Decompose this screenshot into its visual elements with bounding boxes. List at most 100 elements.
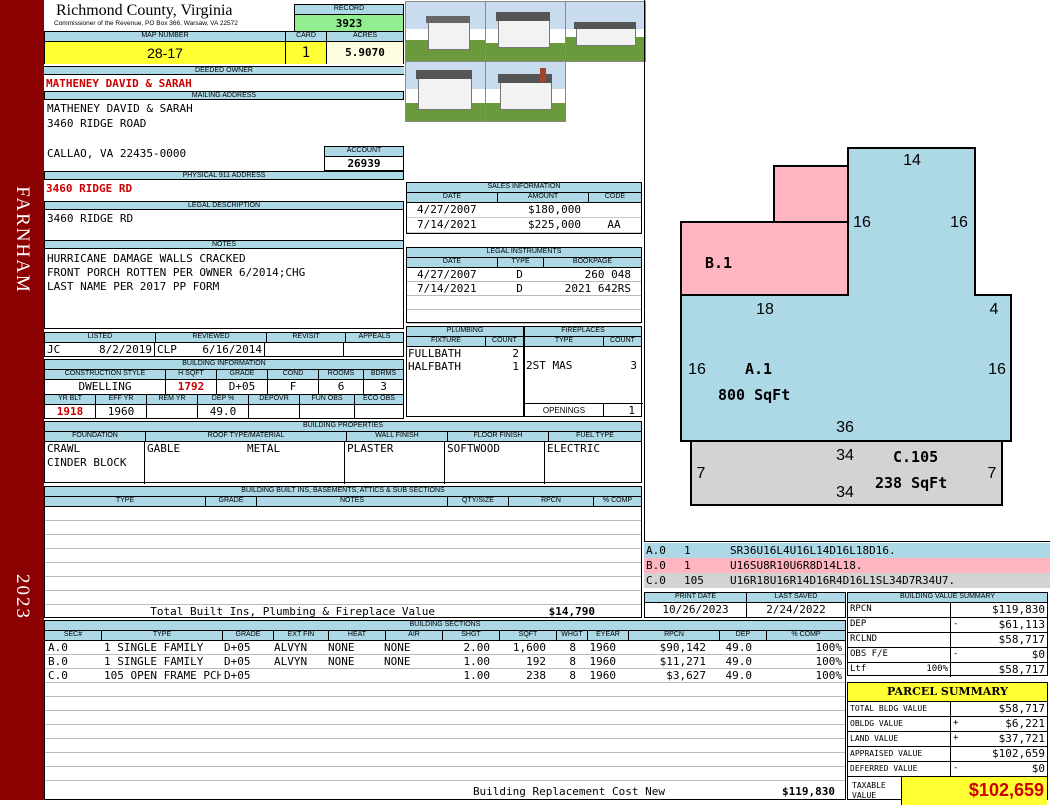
property-photo-1	[405, 1, 486, 62]
legend-row: A.0 1 SR36U16L4U16L14D16L18D16.	[644, 543, 1050, 558]
reviewed-date: 6/16/2014	[202, 343, 262, 356]
bs-header: WHGT	[557, 631, 588, 641]
deferred-value: $0	[1031, 762, 1045, 775]
bs-cell-whgt: 8	[569, 655, 576, 668]
plumbing-fixture: HALFBATH	[408, 360, 461, 373]
bs-cell-type: 1 SINGLE FAMILY	[104, 641, 204, 654]
bs-cell-grade: D+05	[224, 669, 251, 682]
mailing-line-3: CALLAO, VA 22435-0000	[47, 147, 187, 160]
h-sqft: 1792	[166, 380, 217, 394]
fuel-type: ELECTRIC	[547, 442, 600, 455]
building-properties: BUILDING PROPERTIES FOUNDATION ROOF TYPE…	[44, 421, 642, 484]
bs-cell-heat	[325, 669, 381, 683]
dep-value: $61,113	[998, 618, 1045, 631]
condition: F	[268, 380, 319, 394]
built-ins-total-label: Total Built Ins, Plumbing & Fireplace Va…	[150, 605, 435, 618]
taxable-label-1: TAXABLE	[852, 781, 886, 790]
dim-top: 14	[903, 152, 921, 169]
bs-cell-comp: 100%	[815, 655, 843, 668]
bs-header: SQFT	[500, 631, 557, 641]
dim-4: 4	[990, 301, 999, 318]
bs-header: TYPE	[102, 631, 223, 641]
account-number: 26939	[347, 157, 381, 170]
bs-cell-dep: 49.0	[725, 669, 753, 682]
dep-label: DEP	[848, 618, 951, 632]
building-section-row: C.0 105 OPEN FRAME PCH D+05 1.00 238 8 1960 $3,…	[45, 669, 845, 683]
bs-cell-type: 1 SINGLE FAMILY	[104, 655, 204, 668]
obldg-label: OBLDG VALUE	[848, 717, 951, 731]
construction-style: DWELLING	[45, 380, 166, 394]
building-sketch: 14 16 16 18 4 16 16 36 34 34 7 7 B.1 A.1…	[680, 147, 1012, 506]
deeded-owner: MATHENEY DAVID & SARAH	[46, 77, 192, 90]
plumbing-row: HALFBATH 1	[407, 360, 523, 373]
bs-cell-whgt: 8	[569, 641, 576, 654]
legend-num: 1	[684, 559, 691, 572]
sales-information: SALES INFORMATION DATE AMOUNT CODE 4/27/…	[406, 182, 642, 234]
legend-sec: C.0	[646, 574, 666, 587]
reviewed-label: REVIEWED	[156, 333, 267, 343]
dim-18: 18	[756, 301, 774, 318]
appraised-label: APPRAISED VALUE	[848, 747, 951, 761]
sketch-section-b	[680, 165, 849, 296]
grade: D+05	[217, 380, 268, 394]
appeals-label: APPEALS	[346, 333, 403, 343]
foundation-1: CRAWL	[47, 442, 81, 455]
bs-cell-type: 105 OPEN FRAME PCH	[104, 669, 221, 682]
bedrooms: 3	[380, 380, 387, 393]
account-box: ACCOUNT 26939	[324, 146, 404, 171]
bs-cell-air: NONE	[384, 641, 411, 654]
record-label: RECORD	[295, 5, 403, 15]
built-ins-section: BUILDING BUILT INS, BASEMENTS, ATTICS & …	[44, 486, 642, 618]
openings-count: 1	[628, 404, 635, 417]
legal-instruments: LEGAL INSTRUMENTS DATE TYPE BOOKPAGE 4/2…	[406, 247, 642, 324]
listed-by: JC	[47, 343, 61, 356]
built-ins-rows	[45, 507, 641, 605]
notes-box: HURRICANE DAMAGE WALLS CRACKED FRONT POR…	[44, 249, 404, 329]
total-bldg-value: $58,717	[998, 702, 1045, 715]
rpcn-value: $119,830	[992, 603, 1045, 616]
acres-label: ACRES	[327, 32, 403, 42]
map-number: 28-17	[45, 42, 285, 64]
total-bldg-label: TOTAL BLDG VALUE	[848, 702, 951, 716]
bs-header: SHGT	[443, 631, 500, 641]
notes-line-3: LAST NAME PER 2017 PP FORM	[47, 280, 220, 293]
wall-finish: PLASTER	[345, 442, 445, 484]
notes-line-1: HURRICANE DAMAGE WALLS CRACKED	[47, 252, 246, 265]
bs-cell-rpcn: $90,142	[659, 641, 706, 654]
bs-cell-ext: ALVYN	[274, 641, 308, 654]
building-sections: BUILDING SECTIONS SEC# TYPE GRADE EXT FIN HE…	[44, 620, 846, 800]
label-a1: A.1	[745, 360, 772, 378]
roof-material: METAL	[247, 442, 281, 455]
record-number: 3923	[295, 15, 403, 32]
deferred-label: DEFERRED VALUE	[848, 762, 951, 776]
notes-header: NOTES	[44, 240, 404, 249]
bs-header: RPCN	[629, 631, 720, 641]
sale-code	[587, 203, 641, 217]
legal-description: 3460 RIDGE RD	[47, 212, 134, 225]
instrument-bookpage: 2021 642RS	[564, 282, 631, 295]
label-b1: B.1	[705, 254, 732, 272]
bs-cell-shgt: 2.00	[463, 641, 491, 654]
properties-title: BUILDING PROPERTIES	[45, 422, 641, 432]
bs-cell-rpcn: $3,627	[666, 669, 706, 682]
mailing-line-2: 3460 RIDGE ROAD	[47, 117, 147, 130]
legend-path: SR36U16L4U16L14D16L18D16.	[730, 544, 896, 557]
rclnd-value: $58,717	[998, 633, 1045, 646]
ltf-value: $58,717	[998, 663, 1045, 676]
commissioner-line: Commissioner of the Revenue, PO Box 366,…	[54, 20, 238, 27]
deeded-owner-header: DEEDED OWNER	[44, 66, 404, 75]
building-information: BUILDING INFORMATION CONSTRUCTION STYLE …	[44, 359, 404, 419]
fireplace-type: 2ST MAS	[526, 359, 573, 372]
sale-date: 7/14/2021	[417, 218, 477, 231]
bs-cell-sec: C.0	[48, 669, 68, 682]
replacement-cost: $119,830	[782, 785, 835, 798]
bs-header: EYEAR	[588, 631, 629, 641]
building-section-row: A.0 1 SINGLE FAMILY D+05 ALVYN NONE NONE 2.00 1…	[45, 641, 845, 655]
last-saved-label: LAST SAVED	[747, 593, 845, 603]
plumbing: PLUMBING FIXTURE COUNT FULLBATH 2 HALFBATH…	[406, 326, 524, 417]
bs-cell-comp: 100%	[815, 641, 843, 654]
legal-description-header: LEGAL DESCRIPTION	[44, 201, 404, 210]
obs-label: OBS F/E	[848, 648, 951, 662]
print-date-label: PRINT DATE	[645, 593, 747, 603]
ltf-label: Ltf	[850, 664, 867, 674]
